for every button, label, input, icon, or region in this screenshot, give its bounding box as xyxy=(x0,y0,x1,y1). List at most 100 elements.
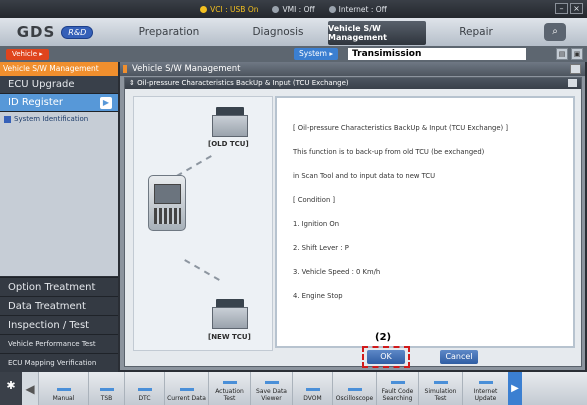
toolbar-tsb[interactable]: TSB xyxy=(88,372,124,405)
old-tcu-icon xyxy=(212,107,248,137)
print-icon[interactable]: ▤ xyxy=(556,48,568,60)
window-controls: – × xyxy=(555,3,583,14)
tools-icon[interactable]: ✱ xyxy=(0,372,22,405)
sidebar-item-system-identification[interactable]: System Identification xyxy=(0,112,118,123)
new-tcu-label: [NEW TCU] xyxy=(208,333,251,341)
chevron-right-icon: ▶ xyxy=(100,97,112,109)
toolbar-label: DTC xyxy=(138,395,151,402)
toolbar-label: TSB xyxy=(100,395,113,402)
instruction-heading: [ Oil-pressure Characteristics BackUp & … xyxy=(293,124,509,132)
sidebar-item-vehicle-performance-test[interactable]: Vehicle Performance Test xyxy=(0,334,118,353)
status-bar: VCI : USB On VMI : Off Internet : Off – … xyxy=(0,0,587,18)
sidebar: Vehicle S/W Management ECU Upgrade ID Re… xyxy=(0,62,118,372)
internet-status: Internet : Off xyxy=(328,5,387,14)
main-window: Vehicle S/W Management ⇕ Oil-pressure Ch… xyxy=(120,62,585,370)
sidebar-item-id-register[interactable]: ID Register ▶ xyxy=(0,94,118,112)
step-marker: (2) xyxy=(375,332,392,343)
title-marker xyxy=(123,65,127,73)
sidebar-item-label: System Identification xyxy=(14,115,89,123)
sidebar-item-ecu-mapping-verification[interactable]: ECU Mapping Verification xyxy=(0,353,118,372)
toolbar-fault-code-searching[interactable]: Fault Code Searching xyxy=(376,372,418,405)
scroll-left-button[interactable]: ◀ xyxy=(22,372,38,405)
procedure-illustration: [OLD TCU] [NEW TCU] xyxy=(133,96,273,351)
toolbar-label: Internet Update xyxy=(473,388,498,402)
sidebar-item-ecu-upgrade[interactable]: ECU Upgrade xyxy=(0,76,118,94)
vci-status-icon xyxy=(200,5,208,13)
toolbar-internet-update[interactable]: Internet Update xyxy=(462,372,508,405)
toolbar-icon xyxy=(390,381,405,384)
sidebar-item-inspection-test[interactable]: Inspection / Test xyxy=(0,315,118,334)
ok-button[interactable]: OK xyxy=(367,350,405,364)
vehicle-button-label: Vehicle xyxy=(12,49,38,58)
search-icon[interactable]: ⌕ xyxy=(544,23,566,41)
toolbar-label: Oscilloscope xyxy=(335,395,374,402)
sidebar-header: Vehicle S/W Management xyxy=(0,62,118,76)
dialog-title: ⇕ Oil-pressure Characteristics BackUp & … xyxy=(125,78,581,89)
condition-item: 1. Ignition On xyxy=(293,220,339,228)
toolbar-label: DVOM xyxy=(303,395,322,402)
toolbar-manual[interactable]: Manual xyxy=(38,372,88,405)
tab-vehicle-sw-management[interactable]: Vehicle S/W Management xyxy=(328,21,426,45)
toolbar-label: Fault Code Searching xyxy=(381,388,414,402)
toolbar-actuation-test[interactable]: Actuation Test xyxy=(208,372,250,405)
toolbar-oscilloscope[interactable]: Oscilloscope xyxy=(332,372,376,405)
toolbar-icon xyxy=(56,388,71,391)
breadcrumb-tools: ▤ ▣ xyxy=(556,48,583,60)
scroll-right-button[interactable]: ▶ xyxy=(508,372,522,405)
list-icon xyxy=(4,115,11,123)
condition-heading: [ Condition ] xyxy=(293,196,336,204)
gds-logo: GDS R&D xyxy=(0,18,110,46)
toolbar-icon xyxy=(264,381,279,384)
dialog-icon[interactable] xyxy=(568,79,577,87)
dialog-title-text: Oil-pressure Characteristics BackUp & In… xyxy=(137,79,349,87)
toolbar-icon xyxy=(347,388,362,391)
instruction-panel: [ Oil-pressure Characteristics BackUp & … xyxy=(275,96,575,348)
sidebar-bottom-menu: Option Treatment Data Treatment Inspecti… xyxy=(0,277,118,372)
window-title: Vehicle S/W Management xyxy=(120,62,585,76)
close-button[interactable]: × xyxy=(570,3,583,14)
internet-status-icon xyxy=(328,5,336,13)
vci-status: VCI : USB On xyxy=(200,5,258,14)
vehicle-button[interactable]: Vehicle ▸ xyxy=(6,48,49,60)
condition-item: 4. Engine Stop xyxy=(293,292,343,300)
toolbar-icon xyxy=(222,381,237,384)
scan-tool-icon xyxy=(148,175,186,231)
tab-diagnosis[interactable]: Diagnosis xyxy=(228,18,328,46)
vmi-status-icon xyxy=(272,5,280,13)
toolbar-icon xyxy=(305,388,320,391)
sidebar-subpanel: System Identification xyxy=(0,112,118,276)
tab-repair[interactable]: Repair xyxy=(426,18,526,46)
toolbar-icon xyxy=(99,388,114,391)
logo-badge: R&D xyxy=(61,25,94,39)
vmi-status: VMI : Off xyxy=(272,5,315,14)
breadcrumb: Vehicle ▸ System ▸ Transimission ▤ ▣ xyxy=(0,46,587,62)
bottom-toolbar: ✱ ◀ Manual TSB DTC Current Data Actuatio… xyxy=(0,372,587,405)
arrow-icon xyxy=(176,155,212,177)
toolbar-dtc[interactable]: DTC xyxy=(124,372,164,405)
main-navigation: GDS R&D Preparation Diagnosis Vehicle S/… xyxy=(0,18,587,46)
instruction-text: [ Oil-pressure Characteristics BackUp & … xyxy=(277,98,573,302)
toolbar-label: Actuation Test xyxy=(215,388,244,402)
toolbar-label: Simulation Test xyxy=(424,388,457,402)
toolbar-save-data-viewer[interactable]: Save Data Viewer xyxy=(250,372,292,405)
sidebar-item-option-treatment[interactable]: Option Treatment xyxy=(0,277,118,296)
toolbar-simulation-test[interactable]: Simulation Test xyxy=(418,372,462,405)
minimize-button[interactable]: – xyxy=(555,3,568,14)
toolbar-label: Manual xyxy=(52,395,75,402)
toolbar-label: Current Data xyxy=(167,395,206,402)
new-tcu-icon xyxy=(212,299,248,329)
system-button[interactable]: System ▸ xyxy=(294,48,339,60)
condition-item: 3. Vehicle Speed : 0 Km/h xyxy=(293,268,381,276)
system-button-label: System xyxy=(299,49,327,58)
capture-icon[interactable]: ▣ xyxy=(571,48,583,60)
toolbar-dvom[interactable]: DVOM xyxy=(292,372,332,405)
sidebar-item-data-treatment[interactable]: Data Treatment xyxy=(0,296,118,315)
toolbar-current-data[interactable]: Current Data xyxy=(164,372,208,405)
arrow-icon xyxy=(184,259,220,281)
window-icon[interactable] xyxy=(570,64,581,74)
sidebar-item-label: ID Register xyxy=(8,97,63,108)
logo-text: GDS xyxy=(16,23,56,41)
tab-preparation[interactable]: Preparation xyxy=(110,18,228,46)
system-value: Transimission xyxy=(348,48,526,60)
cancel-button[interactable]: Cancel xyxy=(440,350,478,364)
